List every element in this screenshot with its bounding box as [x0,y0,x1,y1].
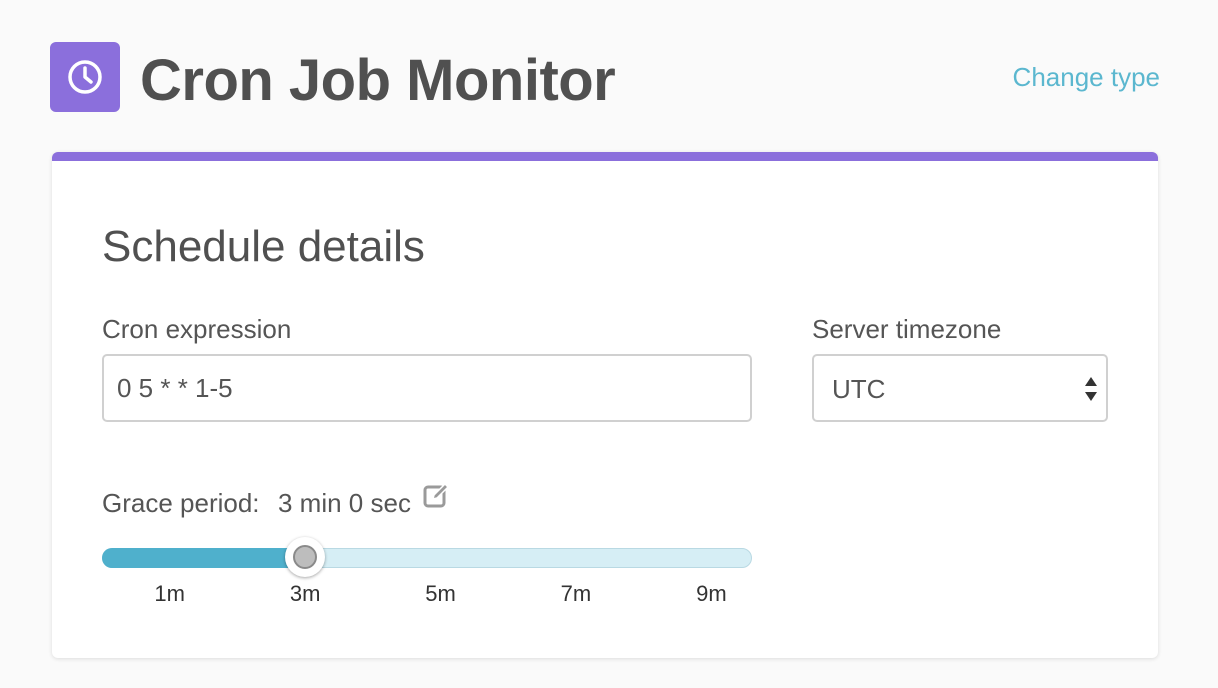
grace-period-slider-fill [102,548,306,568]
slider-tick-label: 5m [425,581,456,606]
slider-tick-label: 3m [289,581,321,606]
grace-period-slider-track[interactable] [102,548,752,568]
page-header: Cron Job Monitor Change type [50,42,1160,113]
schedule-card: Schedule details Cron expression Server … [52,152,1158,658]
slider-tick-label: 7m [560,581,592,606]
grace-period-value: 3 min 0 sec [278,488,411,518]
slider-tick-label: 1m [154,581,185,606]
timezone-selected-value: UTC [832,374,886,404]
section-title: Schedule details [102,222,425,271]
slider-tick-label: 9m [696,581,727,606]
cron-expression-input[interactable] [102,354,752,422]
page-title: Cron Job Monitor [140,48,616,113]
select-arrows-icon [1085,377,1097,401]
server-timezone-label: Server timezone [812,314,1002,344]
clock-icon [68,60,102,94]
grace-period-slider-handle[interactable] [285,537,326,577]
edit-icon[interactable] [422,482,450,510]
grace-period-label: Grace period: [102,488,260,518]
timezone-select[interactable]: UTC [812,354,1108,422]
cron-expression-label: Cron expression [102,314,292,344]
app-icon [50,42,120,112]
change-type-link[interactable]: Change type [1013,60,1160,94]
